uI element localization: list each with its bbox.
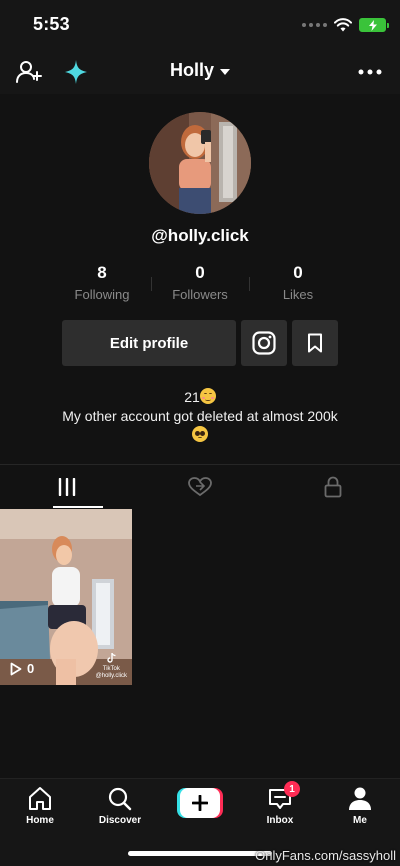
chevron-down-icon [220, 68, 230, 75]
stat-value: 0 [195, 263, 205, 282]
profile-tabs [0, 464, 400, 509]
stat-label: Followers [172, 287, 228, 302]
inbox-badge: 1 [284, 781, 300, 797]
videos-grid-icon [58, 478, 75, 496]
stat-label: Following [74, 287, 130, 302]
watermark-text: OnlyFans.com/sassyholl [255, 848, 396, 863]
signal-dots-icon [302, 23, 327, 27]
profile-icon [330, 785, 390, 813]
status-time: 5:53 [33, 14, 70, 34]
nav-me[interactable]: Me [330, 785, 390, 826]
plus-icon [180, 788, 220, 818]
create-button[interactable] [177, 788, 223, 818]
nav-discover[interactable]: Discover [90, 785, 150, 826]
nav-label: Discover [98, 815, 142, 826]
stat-value: 0 [293, 263, 303, 282]
video-views: 0 [10, 661, 34, 676]
play-icon [10, 662, 22, 675]
stat-label: Likes [282, 287, 314, 302]
instagram-button[interactable] [241, 320, 287, 366]
nav-inbox[interactable]: 1 Inbox [250, 781, 310, 826]
more-icon[interactable] [356, 58, 384, 86]
status-bar: 5:53 [0, 0, 400, 50]
home-icon [10, 785, 70, 813]
liked-heart-icon [187, 477, 212, 497]
bio-line-3 [20, 426, 380, 445]
video-thumbnail[interactable]: 0 TikTok @holly.click [0, 509, 132, 685]
status-icons [302, 16, 389, 34]
tab-liked[interactable] [133, 465, 266, 509]
nav-label: Home [26, 815, 54, 826]
profile-handle: @holly.click [151, 226, 249, 245]
private-lock-icon [324, 476, 341, 498]
stat-likes[interactable]: 0 Likes [248, 263, 348, 302]
bio-line-2: My other account got deleted at almost 2… [62, 408, 338, 424]
bio-line-1: 21 [20, 388, 380, 407]
battery-charging-icon [359, 18, 389, 32]
smiling-emoji-icon [199, 388, 216, 404]
tiktok-watermark: TikTok @holly.click [96, 652, 127, 680]
top-nav: Holly [0, 50, 400, 94]
nav-home[interactable]: Home [10, 785, 70, 826]
bookmark-icon [308, 333, 322, 353]
inbox-icon: 1 [250, 781, 310, 813]
bookmark-button[interactable] [292, 320, 338, 366]
tiktok-logo-icon [107, 652, 116, 663]
instagram-icon [252, 331, 276, 355]
nav-label: Inbox [266, 815, 294, 826]
stat-value: 8 [97, 263, 107, 282]
tab-videos[interactable] [0, 465, 133, 509]
avatar[interactable] [149, 112, 251, 214]
pleading-emoji-icon [192, 426, 208, 442]
stat-followers[interactable]: 0 Followers [150, 263, 250, 302]
nav-label: Me [353, 815, 367, 826]
tab-private[interactable] [266, 465, 399, 509]
account-switcher[interactable]: Holly [0, 60, 400, 81]
home-indicator [128, 851, 272, 856]
active-tab-indicator [53, 506, 103, 508]
account-name: Holly [169, 60, 214, 80]
edit-profile-button[interactable]: Edit profile [62, 320, 236, 366]
stat-following[interactable]: 8 Following [52, 263, 152, 302]
profile-stats: 8 Following 0 Followers 0 Likes [0, 263, 400, 307]
wifi-icon [334, 18, 352, 32]
profile-bio: 21 My other account got deleted at almos… [20, 388, 380, 445]
search-icon [90, 785, 150, 813]
